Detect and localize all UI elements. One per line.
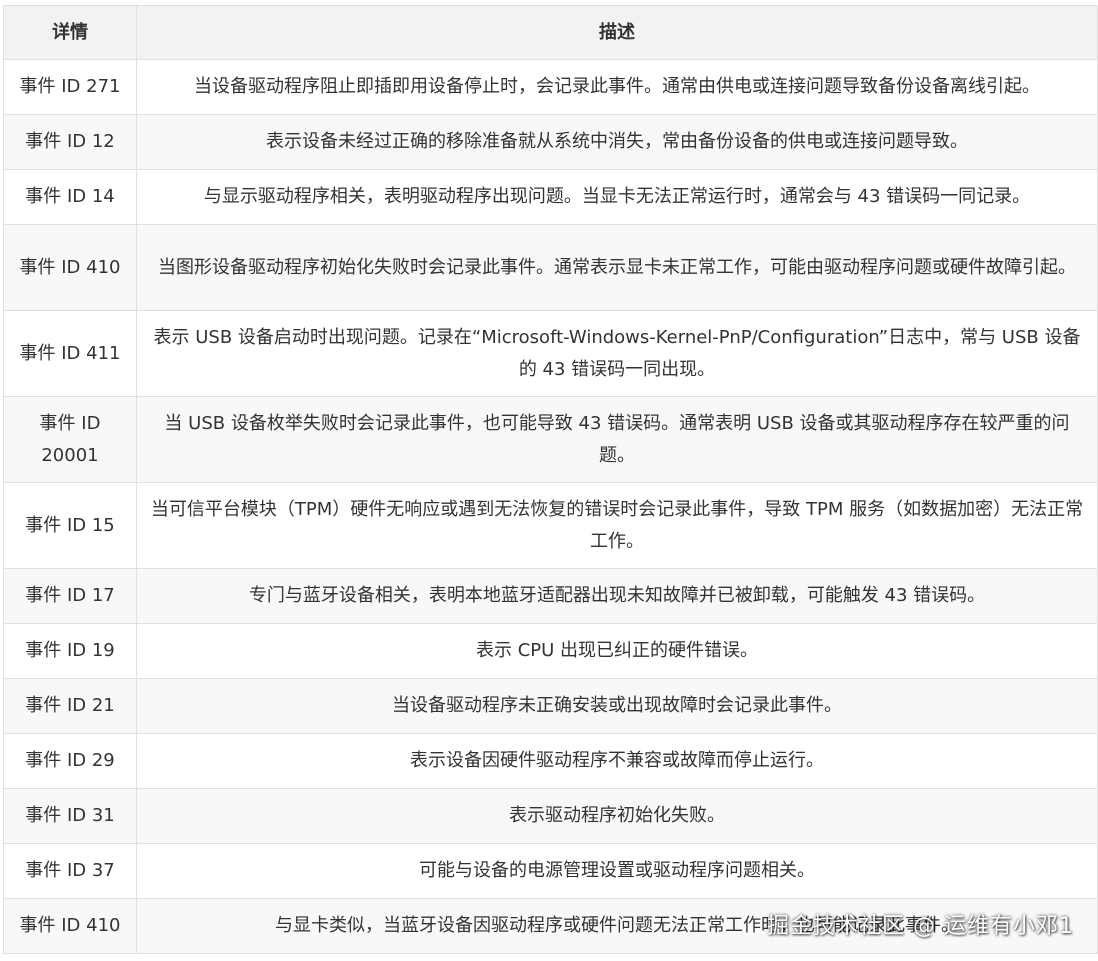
table-row: 事件 ID 410 与显卡类似，当蓝牙设备因驱动程序或硬件问题无法正常工作时，也… <box>3 898 1098 954</box>
event-description-cell: 当图形设备驱动程序初始化失败时会记录此事件。通常表示显卡未正常工作，可能由驱动程… <box>136 224 1098 311</box>
table-row: 事件 ID 410 当图形设备驱动程序初始化失败时会记录此事件。通常表示显卡未正… <box>3 224 1098 311</box>
table-row: 事件 ID 19 表示 CPU 出现已纠正的硬件错误。 <box>3 623 1098 679</box>
event-id-cell: 事件 ID 14 <box>3 169 137 225</box>
table-row: 事件 ID 271 当设备驱动程序阻止即插即用设备停止时，会记录此事件。通常由供… <box>3 59 1098 115</box>
event-description-cell: 可能与设备的电源管理设置或驱动程序问题相关。 <box>136 843 1098 899</box>
event-id-cell: 事件 ID 20001 <box>3 396 137 483</box>
table-row: 事件 ID 31 表示驱动程序初始化失败。 <box>3 788 1098 844</box>
event-description-cell: 与显示驱动程序相关，表明驱动程序出现问题。当显卡无法正常运行时，通常会与 43 … <box>136 169 1098 225</box>
table-row: 事件 ID 21 当设备驱动程序未正确安装或出现故障时会记录此事件。 <box>3 678 1098 734</box>
event-description-cell: 表示 USB 设备启动时出现问题。记录在“Microsoft-Windows-K… <box>136 310 1098 397</box>
table-row: 事件 ID 15 当可信平台模块（TPM）硬件无响应或遇到无法恢复的错误时会记录… <box>3 482 1098 569</box>
event-description-cell: 当可信平台模块（TPM）硬件无响应或遇到无法恢复的错误时会记录此事件，导致 TP… <box>136 482 1098 569</box>
event-description-cell: 表示 CPU 出现已纠正的硬件错误。 <box>136 623 1098 679</box>
table-row: 事件 ID 37 可能与设备的电源管理设置或驱动程序问题相关。 <box>3 843 1098 899</box>
event-id-cell: 事件 ID 410 <box>3 898 137 954</box>
table-row: 事件 ID 17 专门与蓝牙设备相关，表明本地蓝牙适配器出现未知故障并已被卸载，… <box>3 568 1098 624</box>
table-row: 事件 ID 12 表示设备未经过正确的移除准备就从系统中消失，常由备份设备的供电… <box>3 114 1098 170</box>
event-id-cell: 事件 ID 31 <box>3 788 137 844</box>
event-description-cell: 专门与蓝牙设备相关，表明本地蓝牙适配器出现未知故障并已被卸载，可能触发 43 错… <box>136 568 1098 624</box>
event-description-cell: 当 USB 设备枚举失败时会记录此事件，也可能导致 43 错误码。通常表明 US… <box>136 396 1098 483</box>
table-header-row: 详情 描述 <box>3 5 1098 60</box>
event-description-cell: 表示设备未经过正确的移除准备就从系统中消失，常由备份设备的供电或连接问题导致。 <box>136 114 1098 170</box>
event-id-cell: 事件 ID 411 <box>3 310 137 397</box>
event-id-cell: 事件 ID 21 <box>3 678 137 734</box>
table-row: 事件 ID 20001 当 USB 设备枚举失败时会记录此事件，也可能导致 43… <box>3 396 1098 483</box>
table-row: 事件 ID 29 表示设备因硬件驱动程序不兼容或故障而停止运行。 <box>3 733 1098 789</box>
table-row: 事件 ID 14 与显示驱动程序相关，表明驱动程序出现问题。当显卡无法正常运行时… <box>3 169 1098 225</box>
event-id-cell: 事件 ID 17 <box>3 568 137 624</box>
event-description-cell: 当设备驱动程序未正确安装或出现故障时会记录此事件。 <box>136 678 1098 734</box>
event-id-table: 详情 描述 事件 ID 271 当设备驱动程序阻止即插即用设备停止时，会记录此事… <box>3 5 1098 954</box>
column-header-description: 描述 <box>136 5 1098 60</box>
event-id-cell: 事件 ID 15 <box>3 482 137 569</box>
event-id-cell: 事件 ID 410 <box>3 224 137 311</box>
event-id-cell: 事件 ID 271 <box>3 59 137 115</box>
event-id-cell: 事件 ID 37 <box>3 843 137 899</box>
event-description-cell: 与显卡类似，当蓝牙设备因驱动程序或硬件问题无法正常工作时，也可能记录此事件。 <box>136 898 1098 954</box>
column-header-detail: 详情 <box>3 5 137 60</box>
table-row: 事件 ID 411 表示 USB 设备启动时出现问题。记录在“Microsoft… <box>3 310 1098 397</box>
event-id-cell: 事件 ID 19 <box>3 623 137 679</box>
event-id-cell: 事件 ID 29 <box>3 733 137 789</box>
event-id-cell: 事件 ID 12 <box>3 114 137 170</box>
event-description-cell: 当设备驱动程序阻止即插即用设备停止时，会记录此事件。通常由供电或连接问题导致备份… <box>136 59 1098 115</box>
event-description-cell: 表示设备因硬件驱动程序不兼容或故障而停止运行。 <box>136 733 1098 789</box>
event-description-cell: 表示驱动程序初始化失败。 <box>136 788 1098 844</box>
